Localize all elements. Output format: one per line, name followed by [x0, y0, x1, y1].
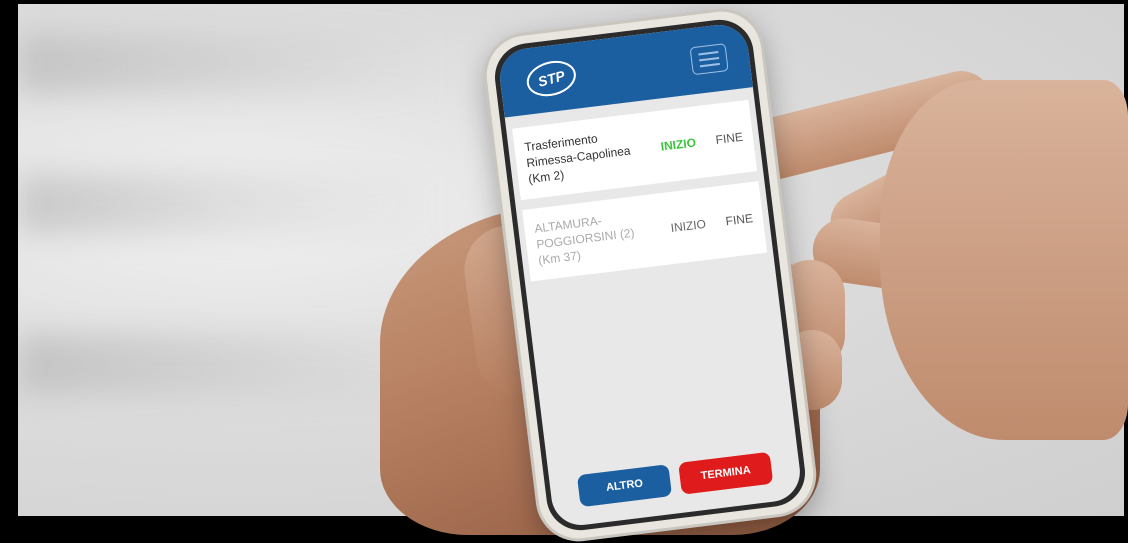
trip-label: ALTAMURA- POGGIORSINI (2) (Km 37): [534, 205, 665, 268]
blur-band: [18, 174, 438, 234]
logo-text: STP: [536, 67, 567, 90]
stp-logo: STP: [522, 55, 580, 102]
trip-list: Trasferimento Rimessa-Capolinea (Km 2) I…: [505, 87, 773, 282]
blur-band: [18, 334, 438, 394]
end-button[interactable]: FINE: [704, 130, 744, 149]
altro-button[interactable]: ALTRO: [576, 464, 673, 508]
start-button[interactable]: INIZIO: [651, 134, 706, 154]
right-palm: [880, 80, 1128, 440]
end-button[interactable]: FINE: [714, 211, 754, 230]
termina-button[interactable]: TERMINA: [678, 451, 774, 495]
footer-actions: ALTRO TERMINA: [549, 448, 801, 510]
trip-label: Trasferimento Rimessa-Capolinea (Km 2): [524, 124, 655, 187]
phone-bezel: STP Trasferimento Rimessa-Capolinea (Km …: [491, 15, 809, 535]
start-button[interactable]: INIZIO: [661, 216, 716, 236]
blur-band: [18, 34, 438, 94]
app-screen: STP Trasferimento Rimessa-Capolinea (Km …: [496, 21, 804, 529]
trip-row: ALTAMURA- POGGIORSINI (2) (Km 37) INIZIO…: [522, 181, 768, 282]
hamburger-menu-icon[interactable]: [689, 43, 729, 76]
